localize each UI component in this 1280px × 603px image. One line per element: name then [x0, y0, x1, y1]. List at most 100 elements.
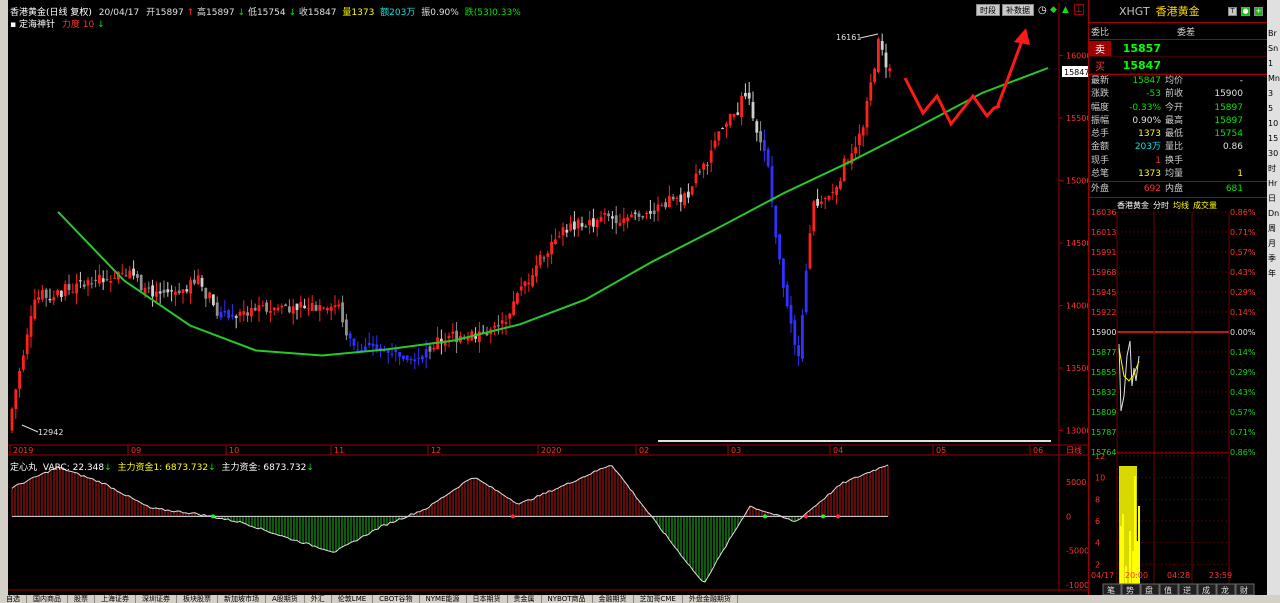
- main-chart-area[interactable]: 16000 15500 15000 14500 14000 13500 13000 2019 0…: [8, 0, 1088, 595]
- period-option[interactable]: 时: [1267, 161, 1280, 176]
- time-period-button[interactable]: 时段: [976, 4, 1000, 16]
- market-tab[interactable]: A股期货: [266, 595, 305, 603]
- market-tab[interactable]: 外盘金融期货: [683, 595, 738, 603]
- market-tab[interactable]: NYME能源: [420, 595, 467, 603]
- y-axis-label: 15500: [1066, 114, 1088, 123]
- candle-body: [341, 302, 344, 323]
- market-tab[interactable]: 深圳证券: [136, 595, 177, 603]
- period-option[interactable]: 15: [1267, 131, 1280, 146]
- candle-body: [238, 311, 242, 316]
- candle-body: [523, 281, 527, 287]
- candle-body: [630, 214, 633, 218]
- candle-body: [253, 307, 257, 311]
- candle-body: [770, 166, 774, 203]
- sub-chart-name: 定心丸: [10, 463, 38, 473]
- period-option[interactable]: 周: [1267, 221, 1280, 236]
- market-tab[interactable]: 贵金属: [508, 595, 542, 603]
- candle-body: [573, 221, 576, 230]
- candle-body: [22, 355, 25, 370]
- candle-body: [728, 114, 732, 126]
- y-axis-label: 13500: [1066, 364, 1088, 373]
- last-price-tag: 15847: [1064, 68, 1088, 77]
- period-option[interactable]: 30: [1267, 146, 1280, 161]
- period-option[interactable]: Sn: [1267, 41, 1280, 56]
- quote-value: 15847: [1132, 76, 1161, 86]
- fill-data-button[interactable]: 补数据: [1002, 4, 1034, 16]
- market-tab[interactable]: 金融期货: [593, 595, 634, 603]
- candle-body: [861, 127, 865, 136]
- candle-body: [694, 173, 698, 184]
- candle-body: [413, 359, 417, 362]
- candle-body: [451, 331, 455, 334]
- weicha-label: 委差: [1177, 27, 1196, 38]
- signal-dot: [511, 514, 515, 519]
- candle-body: [10, 408, 14, 431]
- green-square-icon[interactable]: ●: [1241, 6, 1250, 16]
- quote-value: [1191, 155, 1243, 168]
- kline-chart-svg[interactable]: 16000 15500 15000 14500 14000 13500 13000 2019 0…: [8, 0, 1088, 595]
- market-tab[interactable]: NYBOT商品: [542, 595, 593, 603]
- mini-vol-label: 4: [1095, 539, 1100, 548]
- period-option[interactable]: 日: [1267, 191, 1280, 206]
- market-tab[interactable]: 日本期货: [467, 595, 508, 603]
- quote-value: 1373: [1138, 169, 1161, 180]
- candle-body: [208, 292, 211, 299]
- candle-body: [641, 215, 645, 218]
- green-arrow-icon[interactable]: ▲: [1062, 5, 1069, 15]
- market-tab[interactable]: 外汇: [305, 595, 332, 603]
- header-open: 开15897: [146, 8, 184, 18]
- mini-pct-label: 0.57%: [1230, 408, 1256, 417]
- candle-body: [105, 279, 109, 281]
- x-axis-label: 04: [833, 446, 843, 455]
- sub-chart-varc: VARC: 22.348: [42, 463, 105, 473]
- candle-body: [584, 226, 588, 228]
- quote-key: 均价: [1165, 76, 1184, 86]
- x-axis-label: 06: [1033, 446, 1043, 455]
- clock-icon[interactable]: ◷: [1038, 5, 1047, 16]
- candle-body: [299, 302, 303, 308]
- header-close-arrow: ↓: [288, 8, 296, 18]
- settings-icon[interactable]: ⊥: [1074, 4, 1084, 15]
- period-option[interactable]: Br: [1267, 26, 1280, 41]
- period-option[interactable]: 10: [1267, 116, 1280, 131]
- market-tab[interactable]: 新加坡市场: [218, 595, 266, 603]
- intraday-mini-chart[interactable]: 16036 0.86% 16013 0.71% 15991 0.57% 15968 0.43%…: [1089, 206, 1268, 596]
- candle-body: [717, 131, 721, 141]
- period-option[interactable]: 3: [1267, 86, 1280, 101]
- period-option[interactable]: 5: [1267, 101, 1280, 116]
- period-option[interactable]: Mn: [1267, 71, 1280, 86]
- candle-body: [185, 289, 189, 292]
- left-toolbar-strip[interactable]: [0, 0, 8, 595]
- period-option[interactable]: 1: [1267, 56, 1280, 71]
- market-tab[interactable]: 板块股票: [177, 595, 218, 603]
- period-option[interactable]: 月: [1267, 236, 1280, 251]
- weibi-label: 委比: [1091, 27, 1110, 38]
- green-diamond-icon[interactable]: ◆: [1050, 5, 1057, 15]
- candle-body: [356, 349, 360, 351]
- add-icon[interactable]: +: [1254, 6, 1263, 16]
- period-option[interactable]: 年: [1267, 266, 1280, 281]
- candle-body: [79, 280, 82, 282]
- market-tab[interactable]: 伦敦LME: [332, 595, 374, 603]
- candle-body: [607, 213, 610, 217]
- mini-vol-block: [1119, 466, 1137, 586]
- period-option[interactable]: 季: [1267, 251, 1280, 266]
- market-tabs-bar: 自选 国内商品 股票 上海证券 深圳证券 板块股票 新加坡市场 A股期货 外汇 伦敦LME CBOT…: [0, 595, 1280, 603]
- market-tab[interactable]: 芝加哥CME: [634, 595, 683, 603]
- period-option[interactable]: Dn: [1267, 206, 1280, 221]
- market-tab[interactable]: CBOT谷物: [373, 595, 420, 603]
- candle-body: [128, 270, 132, 279]
- toggle-t-icon[interactable]: T: [1228, 6, 1237, 16]
- quote-key: 量比: [1165, 142, 1184, 153]
- candle-body: [288, 306, 291, 313]
- candle-body: [63, 284, 67, 296]
- header-amplitude: 振0.90%: [421, 8, 459, 18]
- period-option[interactable]: Hr: [1267, 176, 1280, 191]
- market-tab[interactable]: 上海证券: [95, 595, 136, 603]
- market-tab[interactable]: 国内商品: [27, 595, 68, 603]
- market-tab[interactable]: 自选: [0, 595, 27, 603]
- quote-value: -0.33%: [1129, 102, 1161, 113]
- candle-body: [71, 291, 75, 293]
- candle-body: [599, 216, 603, 222]
- market-tab[interactable]: 股票: [68, 595, 95, 603]
